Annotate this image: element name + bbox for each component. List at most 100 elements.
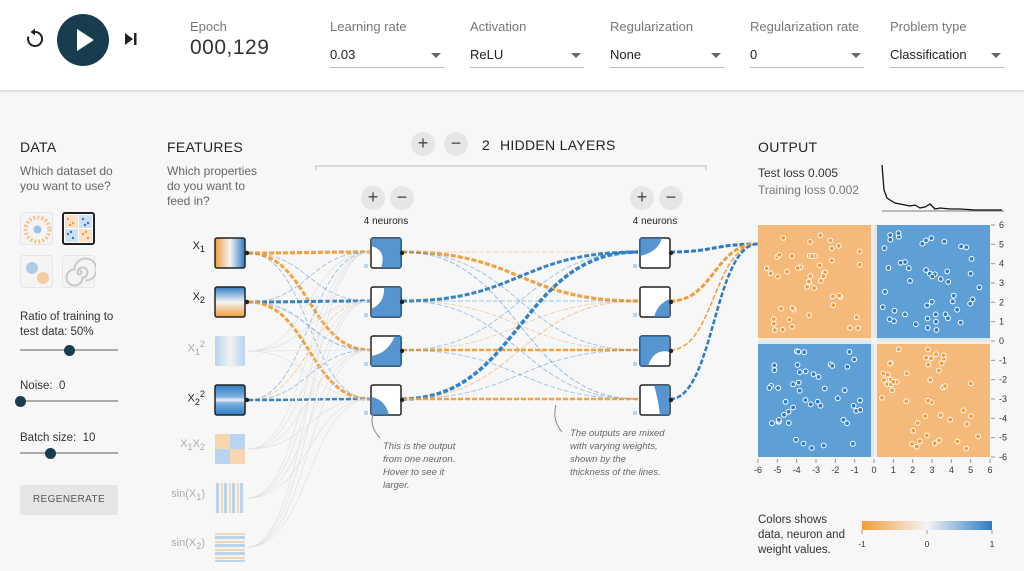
data-point bbox=[882, 288, 888, 295]
data-point bbox=[936, 367, 942, 374]
data-point bbox=[967, 270, 974, 277]
data-point bbox=[793, 436, 799, 443]
data-point bbox=[960, 407, 967, 414]
data-point bbox=[796, 369, 803, 376]
data-point bbox=[808, 445, 815, 451]
feature-node-x1[interactable] bbox=[214, 237, 246, 269]
data-point bbox=[850, 440, 856, 447]
data-point bbox=[857, 397, 863, 404]
feature-node-x1-squared[interactable] bbox=[215, 336, 245, 366]
data-point bbox=[780, 235, 787, 241]
data-point bbox=[945, 279, 952, 285]
boundary-horizontal bbox=[758, 338, 990, 344]
data-point bbox=[841, 387, 848, 394]
hidden2-neuron-4[interactable] bbox=[633, 384, 674, 416]
data-point bbox=[884, 371, 891, 378]
color-legend-ticks: -1 0 1 bbox=[858, 530, 995, 549]
inactive-weight-link bbox=[247, 398, 371, 548]
data-point bbox=[889, 387, 896, 394]
hidden2-neuron-2[interactable] bbox=[633, 286, 674, 318]
data-point bbox=[820, 273, 827, 280]
data-point bbox=[933, 318, 939, 325]
data-point bbox=[963, 421, 970, 428]
data-point bbox=[950, 292, 957, 299]
hidden1-neuron-3[interactable] bbox=[364, 335, 405, 367]
data-point bbox=[800, 440, 807, 447]
y-tick-label: -2 bbox=[999, 375, 1007, 385]
output-heatmap[interactable] bbox=[758, 225, 990, 457]
y-tick-label: -1 bbox=[999, 355, 1007, 365]
data-point bbox=[815, 374, 822, 380]
data-point bbox=[897, 259, 904, 266]
data-point bbox=[821, 385, 828, 392]
feature-node-x1x2[interactable] bbox=[215, 434, 245, 464]
weights-note-arrow bbox=[554, 404, 563, 433]
data-point bbox=[807, 238, 813, 245]
y-tick-label: 4 bbox=[999, 259, 1004, 269]
inactive-weight-link bbox=[247, 300, 371, 352]
data-point bbox=[818, 277, 824, 284]
region-positive-top-right bbox=[874, 225, 990, 341]
data-point bbox=[891, 318, 897, 325]
data-point bbox=[804, 284, 810, 290]
data-point bbox=[958, 243, 964, 250]
feature-node-sin-x2[interactable] bbox=[215, 532, 245, 562]
data-point bbox=[835, 243, 842, 249]
feature-node-x2-squared[interactable] bbox=[214, 384, 246, 416]
data-point bbox=[938, 360, 945, 367]
y-tick-label: -3 bbox=[999, 394, 1007, 404]
weight-link bbox=[247, 250, 371, 255]
x-tick-label: 3 bbox=[929, 465, 934, 475]
data-point bbox=[937, 276, 944, 282]
data-point bbox=[968, 413, 974, 420]
data-point bbox=[836, 292, 843, 299]
data-point bbox=[829, 363, 836, 369]
data-point bbox=[933, 327, 940, 333]
hidden1-neuron-4[interactable] bbox=[364, 384, 405, 416]
hidden2-neuron-3[interactable] bbox=[633, 335, 674, 367]
data-point bbox=[771, 327, 778, 334]
y-tick-label: 3 bbox=[999, 278, 1004, 288]
data-point bbox=[795, 348, 802, 355]
data-point bbox=[789, 305, 796, 312]
loss-curve bbox=[881, 164, 1002, 211]
data-point bbox=[887, 232, 894, 239]
data-point bbox=[795, 379, 802, 386]
data-point bbox=[789, 323, 795, 330]
y-tick-label: 6 bbox=[999, 220, 1004, 230]
x-tick-label: 1 bbox=[891, 465, 896, 475]
feature-node-x2[interactable] bbox=[214, 286, 246, 318]
data-point bbox=[806, 312, 812, 319]
data-point bbox=[776, 417, 782, 423]
weight-link bbox=[401, 250, 639, 401]
data-point bbox=[942, 383, 948, 390]
data-point bbox=[903, 398, 910, 405]
feature-node-sin-x1[interactable] bbox=[215, 483, 245, 513]
data-point bbox=[910, 427, 917, 434]
weight-link bbox=[247, 251, 371, 303]
data-point bbox=[925, 346, 931, 353]
data-point bbox=[890, 378, 897, 385]
data-point bbox=[769, 420, 775, 427]
data-point bbox=[802, 397, 809, 403]
data-point bbox=[774, 273, 781, 280]
data-point bbox=[941, 238, 948, 245]
data-point bbox=[885, 265, 892, 271]
data-point bbox=[827, 237, 834, 244]
data-point bbox=[895, 230, 902, 237]
data-point bbox=[944, 268, 951, 275]
network-canvas: -6 -5 -4 -3 -2 -1 0 1 2 3 4 5 6 6 5 4 3 2 1 0 -1 -2 -3 -4 -5 -6 -… bbox=[214, 164, 1007, 562]
data-point bbox=[763, 265, 770, 272]
output-weight-link bbox=[669, 243, 759, 351]
hidden2-neuron-1[interactable] bbox=[633, 237, 674, 269]
x-tick-label: 4 bbox=[949, 465, 954, 475]
hidden1-neuron-1[interactable] bbox=[364, 237, 405, 269]
data-point bbox=[976, 284, 983, 291]
hidden-layers-bracket bbox=[315, 165, 707, 170]
data-point bbox=[806, 278, 812, 285]
data-point bbox=[851, 356, 858, 363]
data-point bbox=[816, 262, 823, 269]
color-legend-bar bbox=[862, 521, 992, 530]
hidden1-neuron-2[interactable] bbox=[364, 286, 405, 318]
data-point bbox=[830, 302, 837, 309]
